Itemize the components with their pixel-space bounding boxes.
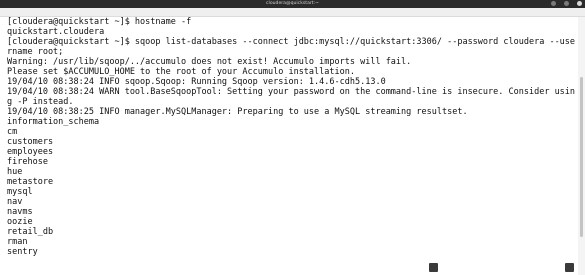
terminal-line: 19/04/10 08:38:24 INFO sqoop.Sqoop: Runn… <box>7 77 386 87</box>
terminal-line: quickstart.cloudera <box>7 27 105 37</box>
database-name: cm <box>7 127 18 137</box>
terminal-output[interactable]: [cloudera@quickstart ~]$ hostname -f qui… <box>0 17 577 275</box>
terminal-line: 19/04/10 08:38:24 WARN tool.BaseSqoopToo… <box>7 87 576 97</box>
database-name: customers <box>7 137 54 147</box>
terminal-line: 19/04/10 08:38:25 INFO manager.MySQLMana… <box>7 107 468 117</box>
database-name: nav <box>7 197 23 207</box>
terminal-scrollbar[interactable] <box>578 17 585 275</box>
maximize-icon[interactable] <box>563 1 569 6</box>
terminal-line: [cloudera@quickstart ~]$ hostname -f <box>7 17 192 27</box>
overlay-icon <box>429 263 438 272</box>
terminal-line: [cloudera@quickstart ~]$ sqoop list-data… <box>7 37 576 47</box>
scrollbar-thumb[interactable] <box>580 77 583 237</box>
database-name: navms <box>7 207 33 217</box>
overlay-icon <box>565 263 574 272</box>
terminal-window: cloudera@quickstart:~ File Edit View Sea… <box>0 0 585 275</box>
database-name: mysql <box>7 187 33 197</box>
title-bar[interactable]: cloudera@quickstart:~ <box>0 0 585 8</box>
menu-bar: File Edit View Search Terminal Help <box>0 8 585 25</box>
terminal-line: g -P instead. <box>7 97 74 107</box>
database-name: metastore <box>7 177 54 187</box>
database-name: rman <box>7 237 28 247</box>
terminal-line: Warning: /usr/lib/sqoop/../accumulo does… <box>7 57 412 67</box>
database-name: firehose <box>7 157 48 167</box>
database-name: retail_db <box>7 227 54 237</box>
window-controls <box>548 1 582 7</box>
minimize-icon[interactable] <box>550 1 556 6</box>
database-name: sentry <box>7 247 38 257</box>
window-title: cloudera@quickstart:~ <box>266 1 319 6</box>
database-name: hue <box>7 167 23 177</box>
database-name: employees <box>7 147 54 157</box>
close-icon[interactable] <box>577 1 582 6</box>
database-name: information_schema <box>7 117 100 127</box>
database-name: oozie <box>7 217 33 227</box>
terminal-line: Please set $ACCUMULO_HOME to the root of… <box>7 67 355 77</box>
terminal-line: rname root; <box>7 47 64 57</box>
